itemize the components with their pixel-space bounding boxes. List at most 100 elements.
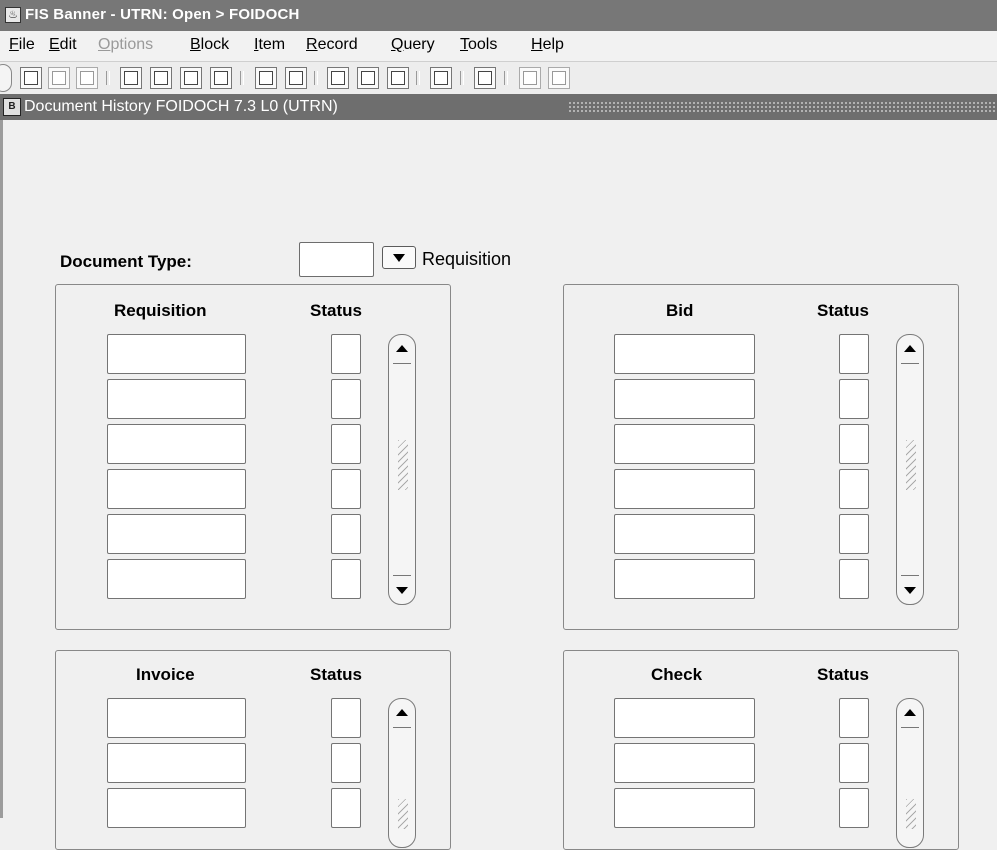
invoice-field[interactable] [107,698,246,738]
check-field[interactable] [614,698,755,738]
bid-field[interactable] [614,424,755,464]
rollback-icon[interactable] [48,67,70,89]
menu-item-label: tem [258,36,286,53]
banner-form-icon: B [3,98,21,116]
check-status-field[interactable] [839,698,869,738]
menu-tools[interactable]: Tools [460,36,497,54]
menu-help[interactable]: Help [531,36,564,54]
bid-status-field[interactable] [839,334,869,374]
bid-field[interactable] [614,379,755,419]
invoice-status-field[interactable] [331,698,361,738]
cancel-icon[interactable] [387,67,409,89]
bid-field[interactable] [614,469,755,509]
check-status-field[interactable] [839,743,869,783]
next-block-icon[interactable] [150,67,172,89]
print-icon[interactable] [474,67,496,89]
bid-status-field[interactable] [839,469,869,509]
exit-icon[interactable] [519,67,541,89]
list-of-values-icon[interactable] [357,67,379,89]
invoice-header: Invoice [136,665,195,684]
invoice-scrollbar[interactable] [388,698,416,848]
menu-options[interactable]: Options [98,36,153,54]
enter-query-icon[interactable] [255,67,277,89]
requisition-status-field[interactable] [331,559,361,599]
bid-field[interactable] [614,559,755,599]
menu-record-label: ecord [317,36,358,53]
print-preview-icon[interactable] [430,67,452,89]
previous-block-icon[interactable] [120,67,142,89]
requisition-field[interactable] [107,514,246,554]
scroll-grip[interactable] [906,799,916,829]
menu-options-label: ptions [110,36,154,53]
requisition-field[interactable] [107,424,246,464]
menu-edit-label: dit [59,36,77,53]
menu-query-label: uery [403,36,435,53]
toolbar-cap [0,64,12,92]
save-icon[interactable] [20,67,42,89]
scroll-up-icon[interactable] [897,337,923,361]
document-type-dropdown-button[interactable] [382,246,416,269]
requisition-status-field[interactable] [331,379,361,419]
form-title-bar: B Document History FOIDOCH 7.3 L0 (UTRN) [0,94,997,120]
check-scrollbar[interactable] [896,698,924,848]
toolbar-separator [504,71,508,85]
requisition-header: Requisition [114,301,207,320]
requisition-status-field[interactable] [331,424,361,464]
check-status-header: Status [817,665,869,684]
invoice-status-field[interactable] [331,788,361,828]
menu-query-mnemonic: Q [391,36,404,53]
scroll-up-icon[interactable] [897,701,923,725]
bid-status-header: Status [817,301,869,320]
scroll-down-icon[interactable] [389,579,415,603]
requisition-scrollbar[interactable] [388,334,416,605]
previous-record-icon[interactable] [180,67,202,89]
check-status-field[interactable] [839,788,869,828]
toolbar-separator [314,71,318,85]
menu-options-mnemonic: O [98,36,111,53]
scroll-grip[interactable] [906,440,916,490]
check-field[interactable] [614,743,755,783]
bid-status-field[interactable] [839,559,869,599]
menu-tools-label: ools [468,36,498,53]
document-icon[interactable] [76,67,98,89]
menu-block[interactable]: Block [190,36,229,54]
menu-file[interactable]: File [9,36,35,54]
invoice-status-field[interactable] [331,743,361,783]
requisition-field[interactable] [107,469,246,509]
requisition-field[interactable] [107,379,246,419]
menu-record-mnemonic: R [306,36,318,53]
requisition-status-field[interactable] [331,514,361,554]
window-title-bar: ♨ FIS Banner - UTRN: Open > FOIDOCH [0,0,997,32]
requisition-status-field[interactable] [331,469,361,509]
next-record-icon[interactable] [210,67,232,89]
bid-field[interactable] [614,514,755,554]
bid-field[interactable] [614,334,755,374]
bid-scrollbar[interactable] [896,334,924,605]
requisition-status-field[interactable] [331,334,361,374]
execute-query-icon[interactable] [285,67,307,89]
scroll-up-icon[interactable] [389,701,415,725]
scroll-grip[interactable] [398,799,408,829]
form-title: Document History FOIDOCH 7.3 L0 (UTRN) [24,98,338,115]
scroll-down-icon[interactable] [897,579,923,603]
help-icon[interactable] [327,67,349,89]
requisition-field[interactable] [107,334,246,374]
toolbar-separator [240,71,244,85]
extra-icon[interactable] [548,67,570,89]
menu-query[interactable]: Query [391,36,435,54]
document-type-input[interactable] [299,242,374,277]
toolbar-separator [106,71,110,85]
requisition-field[interactable] [107,559,246,599]
scroll-grip[interactable] [398,440,408,490]
check-field[interactable] [614,788,755,828]
bid-status-field[interactable] [839,379,869,419]
menu-edit[interactable]: Edit [49,36,77,54]
invoice-field[interactable] [107,743,246,783]
menu-item[interactable]: Item [254,36,285,54]
java-cup-icon: ♨ [5,7,21,23]
bid-status-field[interactable] [839,514,869,554]
menu-record[interactable]: Record [306,36,358,54]
invoice-field[interactable] [107,788,246,828]
scroll-up-icon[interactable] [389,337,415,361]
bid-status-field[interactable] [839,424,869,464]
